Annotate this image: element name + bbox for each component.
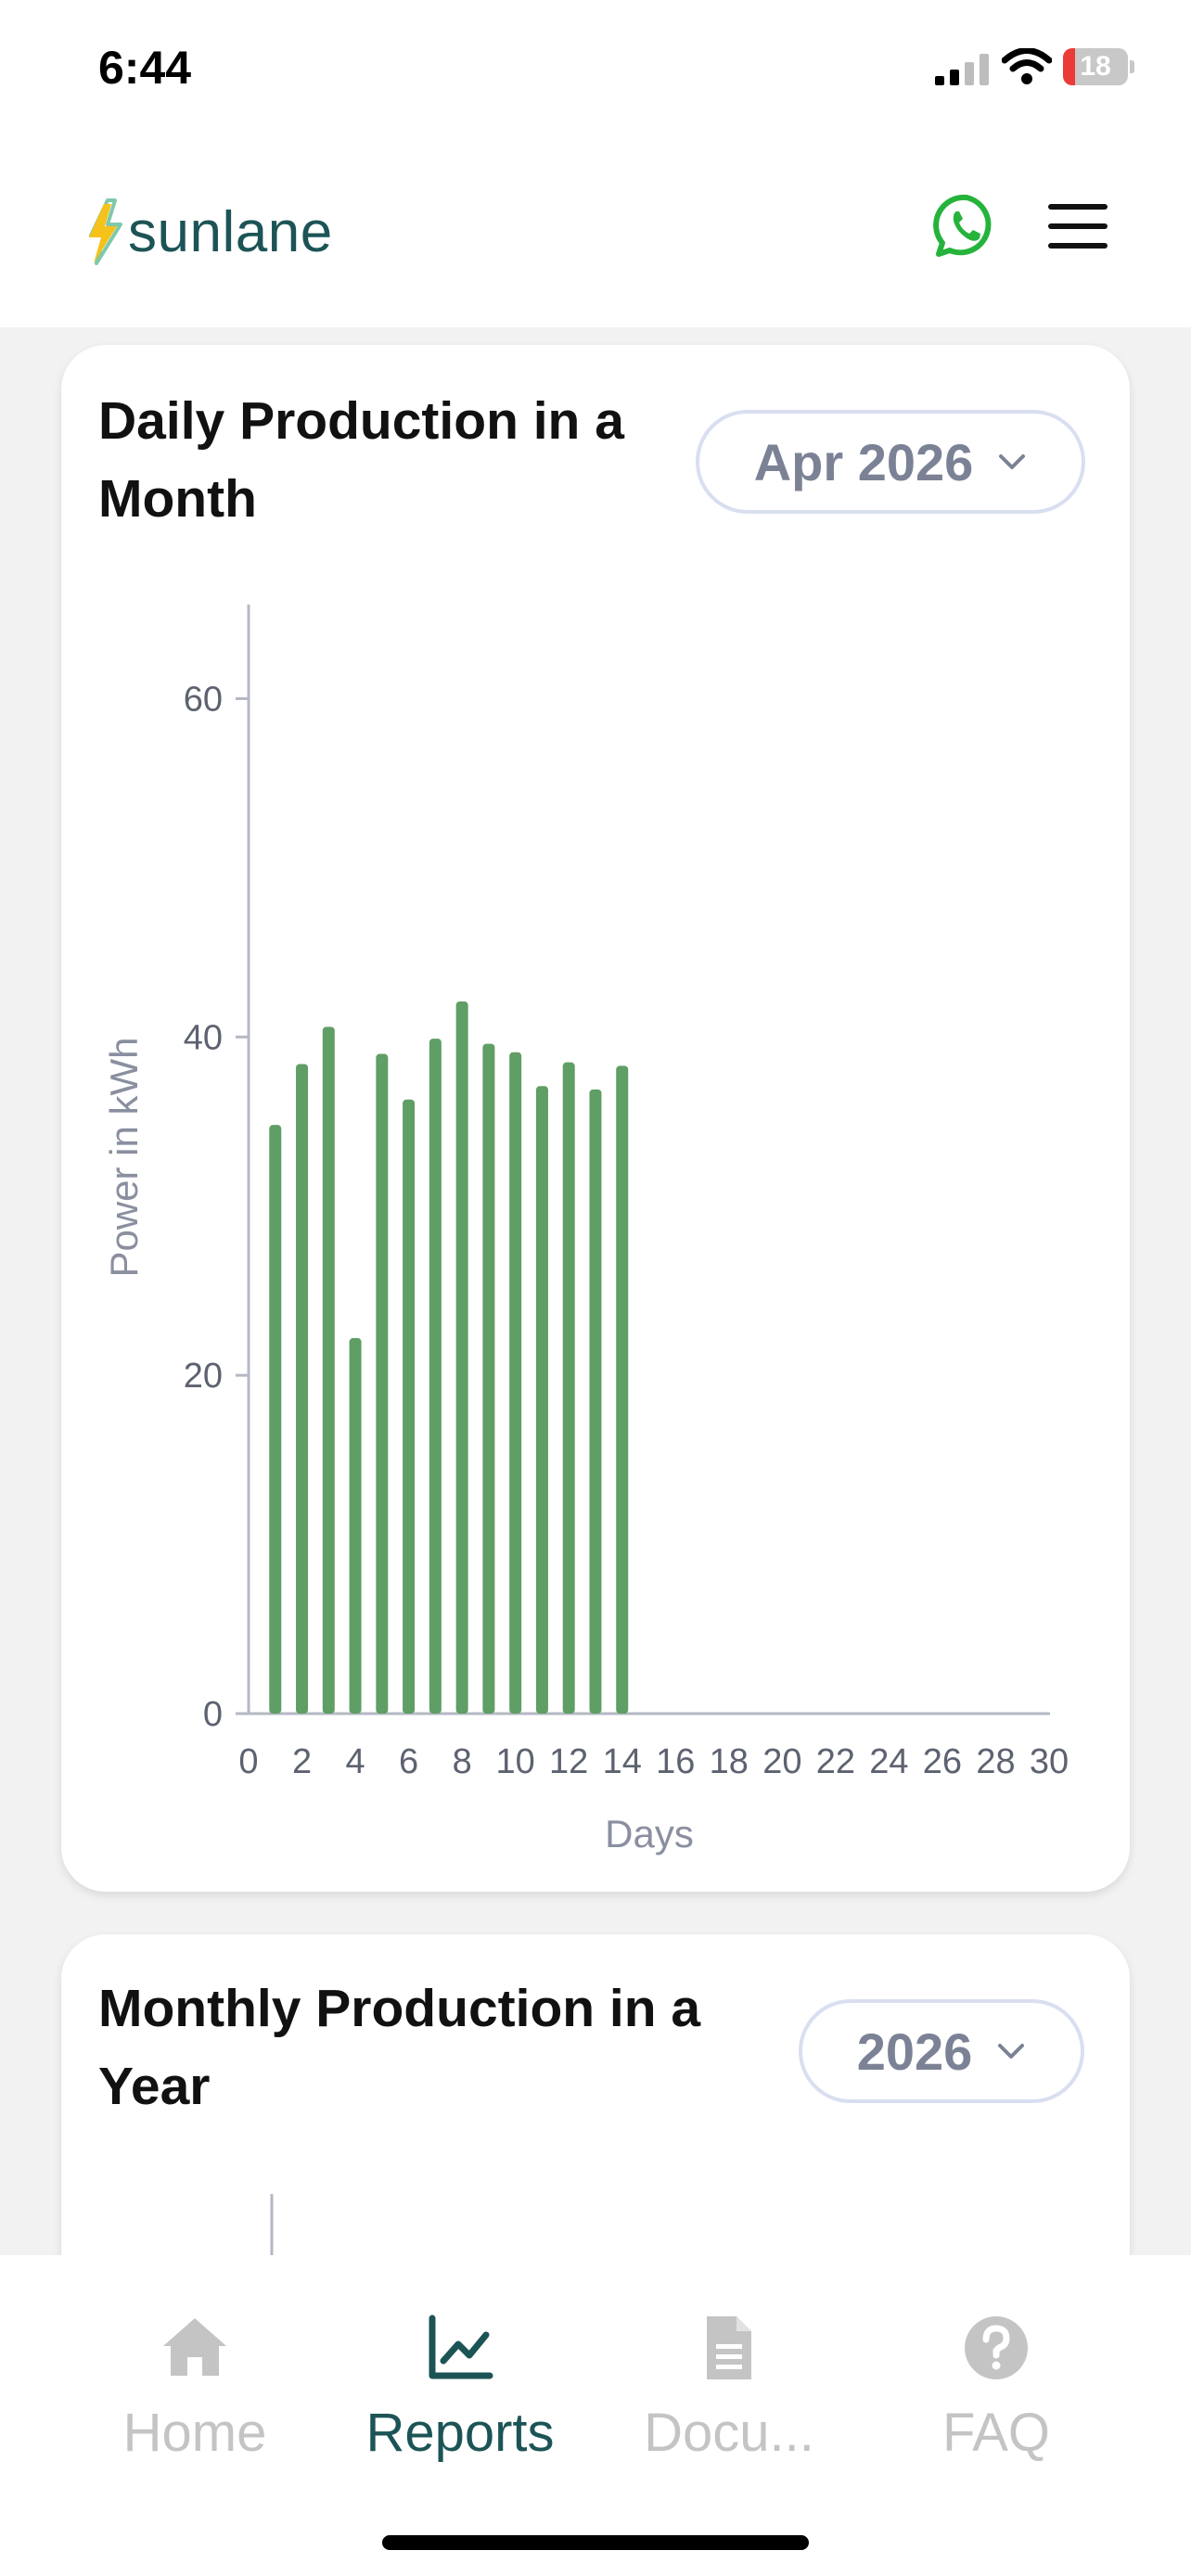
- bar-day-6: [403, 1099, 416, 1714]
- bar-day-4: [349, 1338, 362, 1714]
- x-tick-label: 30: [1030, 1742, 1069, 1781]
- nav-label: Home: [122, 2403, 267, 2463]
- hamburger-menu-icon[interactable]: [1048, 204, 1108, 249]
- status-bar: 6:44 18: [0, 0, 1191, 139]
- y-tick-label: 60: [184, 680, 223, 719]
- x-tick-label: 16: [656, 1742, 695, 1781]
- battery-indicator: 18: [1063, 48, 1134, 85]
- nav-reports[interactable]: Reports: [321, 2292, 599, 2463]
- x-tick-label: 18: [710, 1742, 749, 1781]
- x-tick-label: 24: [869, 1742, 908, 1781]
- home-indicator: [382, 2535, 809, 2550]
- x-tick-label: 0: [238, 1742, 258, 1781]
- bar-day-13: [589, 1089, 602, 1714]
- x-tick-label: 22: [816, 1742, 855, 1781]
- x-tick-label: 4: [345, 1742, 365, 1781]
- bar-day-12: [562, 1062, 575, 1714]
- x-tick-label: 8: [453, 1742, 472, 1781]
- home-icon: [163, 2318, 226, 2376]
- battery-level: 18: [1080, 51, 1111, 82]
- y-tick-label: 0: [203, 1695, 223, 1734]
- bar-day-3: [322, 1027, 335, 1714]
- y-axis-title: Power in kWh: [102, 1037, 146, 1277]
- bar-day-2: [296, 1064, 309, 1714]
- logo[interactable]: sunlane: [83, 195, 333, 269]
- bar-day-9: [482, 1043, 495, 1714]
- bar-day-1: [269, 1125, 282, 1714]
- x-tick-label: 10: [496, 1742, 535, 1781]
- lightning-bolt-icon: [89, 198, 122, 265]
- bar-day-7: [429, 1039, 442, 1714]
- nav-faq[interactable]: FAQ: [857, 2292, 1135, 2463]
- logo-text: sunlane: [128, 199, 333, 264]
- bottom-navigation: Home Reports Docu... FAQ: [0, 2255, 1191, 2576]
- bar-day-10: [509, 1052, 522, 1714]
- x-tick-label: 26: [923, 1742, 962, 1781]
- y-tick-label: 20: [184, 1357, 223, 1396]
- x-tick-label: 14: [603, 1742, 642, 1781]
- nav-label: FAQ: [941, 2403, 1051, 2463]
- bar-day-11: [535, 1086, 548, 1714]
- bar-day-5: [376, 1053, 389, 1714]
- x-tick-label: 12: [549, 1742, 588, 1781]
- nav-documents[interactable]: Docu...: [590, 2292, 868, 2463]
- nav-label: Reports: [365, 2403, 555, 2463]
- nav-label: Docu...: [644, 2403, 814, 2463]
- x-tick-label: 20: [762, 1742, 801, 1781]
- status-time: 6:44: [98, 42, 192, 94]
- x-tick-label: 6: [399, 1742, 418, 1781]
- daily-production-card: Daily Production in a Month Apr 2026 0 20…: [61, 345, 1130, 1892]
- nav-home[interactable]: Home: [56, 2292, 334, 2463]
- wifi-icon: [1002, 48, 1052, 84]
- daily-production-chart: 02040600 2 4 6 8 10 12 14 16 18 20 22 24 26 28 30DaysPo…: [102, 605, 1069, 1855]
- y-tick-label: 40: [184, 1018, 223, 1057]
- chart-icon: [429, 2315, 493, 2379]
- bar-day-14: [616, 1065, 629, 1714]
- app-header: sunlane: [0, 139, 1191, 327]
- whatsapp-icon[interactable]: [933, 193, 1000, 260]
- x-axis-title: Days: [605, 1812, 694, 1855]
- cellular-signal-icon: [935, 54, 989, 85]
- help-icon: [965, 2316, 1028, 2379]
- x-tick-label: 2: [292, 1742, 312, 1781]
- document-icon: [707, 2316, 751, 2379]
- bar-day-8: [455, 1001, 468, 1714]
- x-tick-label: 28: [976, 1742, 1015, 1781]
